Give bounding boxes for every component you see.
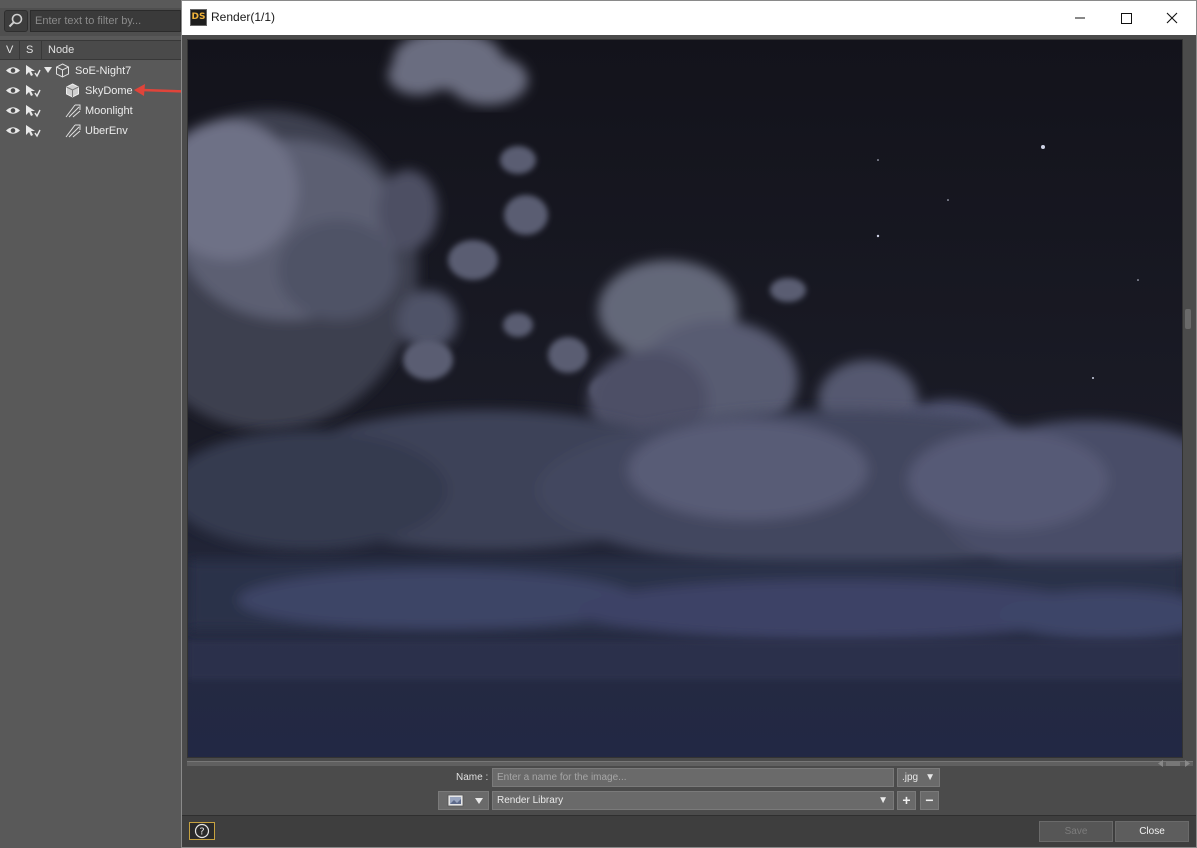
render-image — [187, 39, 1183, 758]
selectable-arrow-icon[interactable] — [25, 64, 41, 78]
horizontal-splitter[interactable] — [187, 761, 1193, 766]
splitter-handle[interactable] — [1185, 309, 1191, 329]
image-name-input[interactable] — [492, 768, 894, 787]
search-icon[interactable] — [4, 10, 28, 32]
close-window-button[interactable] — [1149, 1, 1195, 35]
selectable-arrow-icon[interactable] — [25, 84, 41, 98]
save-button[interactable]: Save — [1039, 821, 1113, 842]
resize-grip-icon[interactable] — [1156, 759, 1192, 768]
daz-studio-app-icon: DS — [190, 9, 207, 26]
add-library-button[interactable]: + — [897, 791, 916, 810]
node-label: SkyDome — [85, 85, 133, 97]
node-column-header[interactable]: Node — [42, 41, 181, 59]
filter-input[interactable] — [30, 10, 181, 32]
tree-row-uberenv[interactable]: UberEnv — [0, 121, 181, 141]
eye-icon[interactable] — [5, 105, 21, 116]
visible-column-header[interactable]: V — [0, 41, 20, 59]
dialog-button-bar: ? Save Close — [182, 815, 1196, 847]
scene-panel: V S Node SoE-Night7 SkyDome Moonlight Ub… — [0, 0, 201, 848]
close-icon — [1166, 12, 1178, 24]
filter-bar — [0, 8, 181, 36]
tree-row-moonlight[interactable]: Moonlight — [0, 101, 181, 121]
expand-triangle-icon[interactable] — [44, 66, 52, 74]
selectable-arrow-icon[interactable] — [25, 104, 41, 118]
node-label: Moonlight — [85, 105, 133, 117]
group-node-icon — [56, 63, 69, 78]
close-button[interactable]: Close — [1115, 821, 1189, 842]
column-header: V S Node — [0, 40, 181, 60]
help-label: ? — [199, 827, 204, 838]
eye-icon[interactable] — [5, 125, 21, 136]
minimize-button[interactable] — [1057, 1, 1103, 35]
help-button[interactable]: ? — [189, 822, 215, 840]
chevron-down-icon: ▼ — [925, 772, 935, 783]
vertical-splitter[interactable] — [1184, 39, 1194, 758]
maximize-icon — [1121, 13, 1132, 24]
maximize-button[interactable] — [1103, 1, 1149, 35]
window-title: Render(1/1) — [211, 10, 276, 24]
remove-library-button[interactable]: − — [920, 791, 939, 810]
chevron-down-icon — [475, 798, 483, 804]
format-value: .jpg — [902, 772, 919, 783]
selectable-arrow-icon[interactable] — [25, 124, 41, 138]
eye-icon[interactable] — [5, 65, 21, 76]
skydome-node-icon — [66, 83, 79, 98]
minimize-icon — [1075, 17, 1085, 19]
chevron-down-icon: ▼ — [878, 795, 888, 806]
night-sky-clouds-image — [188, 40, 1182, 757]
eye-icon[interactable] — [5, 85, 21, 96]
selectable-column-header[interactable]: S — [20, 41, 42, 59]
format-dropdown[interactable]: .jpg ▼ — [897, 768, 940, 787]
name-label: Name : — [456, 772, 489, 783]
image-folder-icon — [447, 794, 464, 807]
title-bar[interactable]: DS Render(1/1) — [182, 1, 1196, 35]
library-value: Render Library — [497, 795, 564, 806]
render-library-dropdown[interactable]: Render Library ▼ — [492, 791, 894, 810]
help-icon: ? — [194, 823, 210, 839]
light-node-icon — [65, 124, 81, 138]
render-window: DS Render(1/1) Name: Enter a name for t… — [181, 0, 1197, 848]
node-label: UberEnv — [85, 125, 128, 137]
library-image-menu-button[interactable] — [438, 791, 489, 810]
node-label: SoE-Night7 — [75, 65, 132, 77]
light-node-icon — [65, 104, 81, 118]
tree-row-soe-night7[interactable]: SoE-Night7 — [0, 61, 181, 81]
